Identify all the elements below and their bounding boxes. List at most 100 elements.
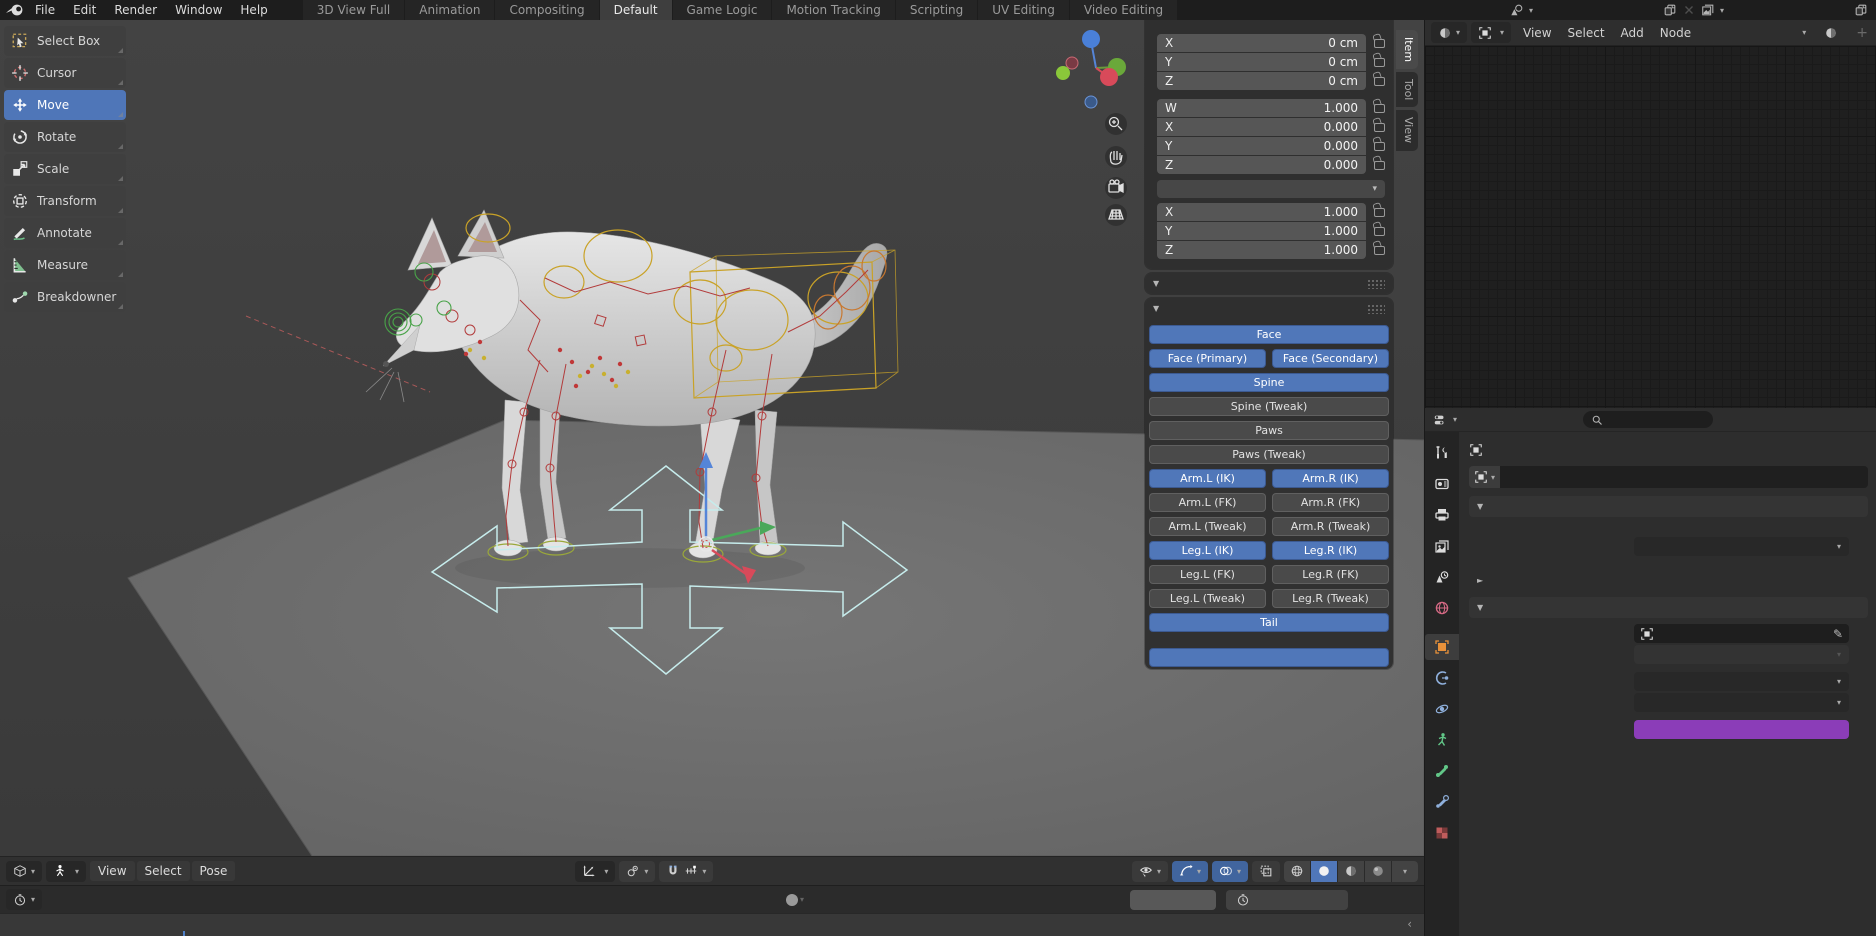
lock-icon[interactable]: [1374, 141, 1385, 151]
rig-layer-button[interactable]: Arm.R (IK): [1272, 469, 1389, 488]
tracking-axis-dropdown[interactable]: ▾: [1634, 672, 1849, 691]
tool-select-box[interactable]: Select Box: [4, 26, 126, 56]
node-editor-canvas[interactable]: [1425, 46, 1876, 408]
snap-toggle-button[interactable]: ▾: [659, 860, 714, 882]
shading-material-button[interactable]: [1338, 860, 1364, 882]
number-field[interactable]: X 0 cm: [1157, 34, 1366, 52]
shading-solid-button[interactable]: [1311, 860, 1337, 882]
rig-layer-button[interactable]: Face (Primary): [1149, 349, 1266, 368]
tool-move[interactable]: Move: [4, 90, 126, 120]
editor-type-button[interactable]: ▾: [6, 889, 43, 910]
properties-tab-object[interactable]: [1425, 634, 1459, 660]
number-field[interactable]: X 0.000: [1157, 118, 1366, 136]
pivot-point-dropdown[interactable]: ▾: [619, 860, 656, 882]
sidebar-tab[interactable]: Item: [1396, 30, 1418, 70]
properties-search-input[interactable]: [1583, 411, 1714, 428]
viewport-menu[interactable]: View: [90, 861, 135, 881]
delete-scene-icon[interactable]: [1682, 3, 1696, 17]
properties-tab-view-layer[interactable]: [1427, 533, 1457, 559]
node-editor-menu[interactable]: Select: [1560, 26, 1613, 40]
workspace-tab[interactable]: 3D View Full: [302, 0, 405, 20]
lock-icon[interactable]: [1374, 160, 1385, 170]
workspace-tab[interactable]: Animation: [405, 0, 495, 20]
workspace-tab[interactable]: Scripting: [895, 0, 978, 20]
number-field[interactable]: Z 0.000: [1157, 156, 1366, 174]
show-gizmo-toggle[interactable]: ▾: [1171, 860, 1208, 882]
rig-layer-button[interactable]: Paws (Tweak): [1149, 445, 1389, 464]
sidebar-tab[interactable]: Tool: [1396, 72, 1418, 108]
axis-z-ball[interactable]: [1082, 30, 1100, 48]
eyedropper-icon[interactable]: ✎: [1833, 627, 1843, 641]
workspace-tab[interactable]: UV Editing: [978, 0, 1069, 20]
tool-measure[interactable]: Measure: [4, 250, 126, 280]
workspace-tab[interactable]: Default: [599, 0, 672, 20]
rig-layer-button[interactable]: Arm.L (Tweak): [1149, 517, 1266, 536]
collapse-arrow-icon[interactable]: ‹: [1407, 917, 1412, 931]
rig-layer-button[interactable]: Face: [1149, 325, 1389, 344]
object-name-input[interactable]: [1500, 466, 1868, 488]
rig-layer-button[interactable]: Arm.R (Tweak): [1272, 517, 1389, 536]
scene-selector[interactable]: ▾: [1510, 3, 1696, 17]
delta-transform-panel-header[interactable]: ►: [1469, 570, 1868, 591]
transform-panel-header[interactable]: ▼: [1469, 496, 1868, 517]
properties-tab-physics[interactable]: [1427, 696, 1457, 722]
rig-layer-button[interactable]: Leg.L (FK): [1149, 565, 1266, 584]
breadcrumb[interactable]: [1469, 438, 1868, 462]
lock-icon[interactable]: [1374, 122, 1385, 132]
sidebar-tab[interactable]: View: [1396, 110, 1418, 151]
lock-icon[interactable]: [1374, 38, 1385, 48]
number-field[interactable]: X 1.000: [1157, 203, 1366, 221]
playhead[interactable]: [183, 931, 185, 936]
tool-rotate[interactable]: Rotate: [4, 122, 126, 152]
timeline-ruler[interactable]: ‹: [0, 913, 1424, 936]
viewport-menu[interactable]: Pose: [191, 861, 236, 881]
lock-icon[interactable]: [1374, 226, 1385, 236]
shader-type-dropdown[interactable]: ▾: [1471, 22, 1512, 43]
lock-icon[interactable]: [1374, 245, 1385, 255]
shading-rend ered-button[interactable]: [1365, 860, 1391, 882]
up-axis-dropdown[interactable]: ▾: [1634, 693, 1849, 712]
drag-handle-icon[interactable]: [1367, 278, 1385, 289]
properties-tab-tool[interactable]: [1427, 440, 1457, 466]
show-overlays-toggle[interactable]: ▾: [1211, 860, 1248, 882]
tool-transform[interactable]: Transform: [4, 186, 126, 216]
properties-tab-render[interactable]: [1427, 471, 1457, 497]
axis-x-ball[interactable]: [1100, 68, 1118, 86]
tool-scale[interactable]: Scale: [4, 154, 126, 184]
topbar-menu[interactable]: Edit: [64, 0, 105, 20]
rig-layer-button[interactable]: Leg.R (IK): [1272, 541, 1389, 560]
pass-index-field[interactable]: [1634, 720, 1849, 739]
lock-icon[interactable]: [1374, 76, 1385, 86]
drag-handle-icon[interactable]: [1367, 303, 1385, 314]
current-frame-field[interactable]: [1130, 889, 1216, 910]
properties-editor-icon[interactable]: [1433, 413, 1447, 427]
properties-tab-scene[interactable]: [1427, 564, 1457, 590]
lock-icon[interactable]: [1374, 103, 1385, 113]
properties-tab-output[interactable]: [1427, 502, 1457, 528]
rig-layer-button[interactable]: Arm.L (IK): [1149, 469, 1266, 488]
lock-icon[interactable]: [1374, 57, 1385, 67]
number-field[interactable]: Y 0 cm: [1157, 53, 1366, 71]
rig-layer-button[interactable]: Arm.L (FK): [1149, 493, 1266, 512]
rotation-mode-dropdown[interactable]: ▾: [1634, 537, 1849, 556]
number-field[interactable]: W 1.000: [1157, 99, 1366, 117]
number-field[interactable]: Y 1.000: [1157, 222, 1366, 240]
number-field[interactable]: Y 0.000: [1157, 137, 1366, 155]
properties-tab-bone[interactable]: [1427, 758, 1457, 784]
properties-tab-bone-constraint[interactable]: [1427, 789, 1457, 815]
rig-layer-button[interactable]: Arm.R (FK): [1272, 493, 1389, 512]
rig-layer-button[interactable]: Spine: [1149, 373, 1389, 392]
new-material-button[interactable]: +: [1856, 25, 1868, 41]
properties-tab-texture[interactable]: [1427, 820, 1457, 846]
node-editor-menu[interactable]: Add: [1613, 26, 1652, 40]
rig-layer-root-button[interactable]: [1149, 648, 1389, 667]
tool-breakdowner[interactable]: Breakdowner: [4, 282, 126, 312]
id-type-dropdown[interactable]: ▾: [1469, 466, 1501, 488]
xray-toggle[interactable]: [1252, 860, 1280, 882]
relations-panel-header[interactable]: ▼: [1469, 597, 1868, 618]
topbar-menu[interactable]: Render: [105, 0, 166, 20]
rig-main-properties-header[interactable]: ▼: [1145, 273, 1393, 294]
rig-layer-button[interactable]: Spine (Tweak): [1149, 397, 1389, 416]
shading-wireframe-button[interactable]: [1284, 860, 1310, 882]
render-layer-selector[interactable]: ▾: [1701, 3, 1868, 17]
